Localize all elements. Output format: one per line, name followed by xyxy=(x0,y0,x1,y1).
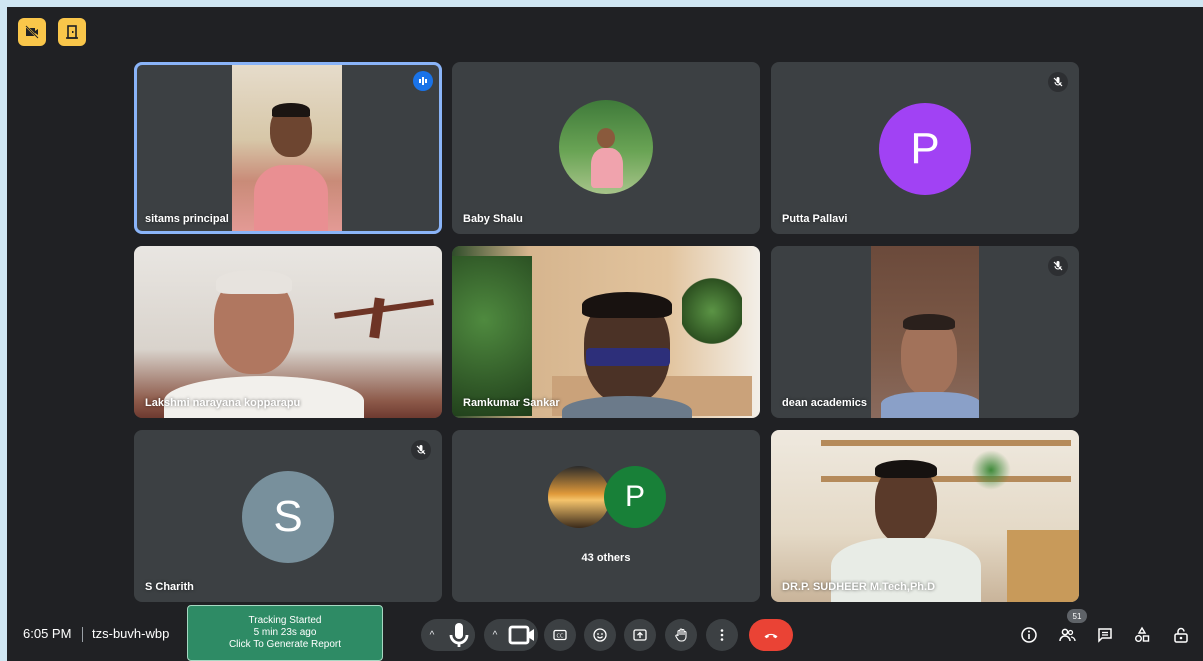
participant-name: Baby Shalu xyxy=(463,213,523,225)
tile-ramkumar-sankar[interactable]: Ramkumar Sankar xyxy=(452,246,760,418)
people-icon xyxy=(1059,628,1076,642)
more-options-button[interactable] xyxy=(706,619,738,651)
mic-icon xyxy=(449,623,469,647)
raise-hand-icon xyxy=(675,628,687,642)
leave-call-button[interactable] xyxy=(749,619,793,651)
divider xyxy=(82,627,83,642)
tile-others[interactable]: P 43 others xyxy=(452,430,760,602)
muted-indicator xyxy=(1048,72,1068,92)
more-icon xyxy=(720,629,724,641)
participant-name: Putta Pallavi xyxy=(782,213,848,225)
participant-name: dean academics xyxy=(782,397,867,409)
others-count: 43 others xyxy=(581,552,631,564)
participant-video xyxy=(232,65,342,231)
participant-name: Ramkumar Sankar xyxy=(463,397,560,409)
participant-video xyxy=(871,246,979,418)
tile-putta-pallavi[interactable]: P Putta Pallavi xyxy=(771,62,1079,234)
muted-indicator xyxy=(411,440,431,460)
avatar: S xyxy=(242,471,334,563)
captions-icon: CC xyxy=(553,629,567,641)
mic-off-icon xyxy=(416,445,426,455)
chat-button[interactable] xyxy=(1094,624,1116,646)
camera-control: ^ xyxy=(484,619,538,651)
tracking-line2: 5 min 23s ago xyxy=(253,627,317,638)
tile-sitams-principal[interactable]: sitams principal xyxy=(134,62,442,234)
present-icon xyxy=(633,629,647,641)
mic-control: ^ xyxy=(421,619,475,651)
tile-s-charith[interactable]: S S Charith xyxy=(134,430,442,602)
emoji-button[interactable] xyxy=(584,619,616,651)
participant-video xyxy=(771,430,1079,602)
tile-baby-shalu[interactable]: Baby Shalu xyxy=(452,62,760,234)
emoji-icon xyxy=(593,628,607,642)
meeting-time: 6:05 PM xyxy=(23,626,72,641)
camera-button[interactable] xyxy=(506,619,538,651)
present-button[interactable] xyxy=(624,619,656,651)
participant-video xyxy=(452,246,760,418)
others-avatar-letter: P xyxy=(604,466,666,528)
tile-lakshmi-narayana[interactable]: Lakshmi narayana kopparapu xyxy=(134,246,442,418)
camera-options-button[interactable]: ^ xyxy=(484,619,506,651)
meeting-details-button[interactable] xyxy=(1018,624,1040,646)
captions-button[interactable]: CC xyxy=(544,619,576,651)
mic-options-button[interactable]: ^ xyxy=(421,619,443,651)
avatar: P xyxy=(879,103,971,195)
mic-off-icon xyxy=(1053,77,1063,87)
others-avatar-photo xyxy=(548,466,610,528)
end-call-icon xyxy=(764,633,778,639)
people-button[interactable] xyxy=(1056,624,1078,646)
host-controls-icon xyxy=(1174,627,1188,643)
chat-icon xyxy=(1098,628,1112,643)
info-icon xyxy=(1021,627,1037,643)
participant-name: S Charith xyxy=(145,581,194,593)
camera-off-badge[interactable] xyxy=(18,18,46,46)
people-count-badge: 51 xyxy=(1067,609,1087,623)
camera-icon xyxy=(508,625,534,645)
tile-dean-academics[interactable]: dean academics xyxy=(771,246,1079,418)
svg-text:CC: CC xyxy=(557,634,564,640)
participant-name: sitams principal xyxy=(145,213,229,225)
activities-icon xyxy=(1135,626,1150,642)
door-icon xyxy=(66,25,78,39)
muted-indicator xyxy=(1048,256,1068,276)
tracking-report-button[interactable]: Tracking Started 5 min 23s ago Click To … xyxy=(187,605,383,661)
raise-hand-button[interactable] xyxy=(665,619,697,651)
tracking-line3: Click To Generate Report xyxy=(228,639,342,650)
participant-name: DR.P. SUDHEER M.Tech,Ph.D xyxy=(782,581,936,593)
camera-off-icon xyxy=(25,25,39,39)
avatar xyxy=(559,100,653,194)
mic-button[interactable] xyxy=(443,619,475,651)
tile-dr-sudheer[interactable]: DR.P. SUDHEER M.Tech,Ph.D xyxy=(771,430,1079,602)
host-controls-button[interactable] xyxy=(1170,624,1192,646)
door-badge[interactable] xyxy=(58,18,86,46)
mic-off-icon xyxy=(1053,261,1063,271)
meeting-code: tzs-buvh-wbp xyxy=(92,626,170,641)
participant-video xyxy=(134,246,442,418)
participant-name: Lakshmi narayana kopparapu xyxy=(145,397,301,409)
tracking-line1: Tracking Started xyxy=(248,615,322,626)
activities-button[interactable] xyxy=(1131,624,1153,646)
speaking-indicator xyxy=(413,71,433,91)
